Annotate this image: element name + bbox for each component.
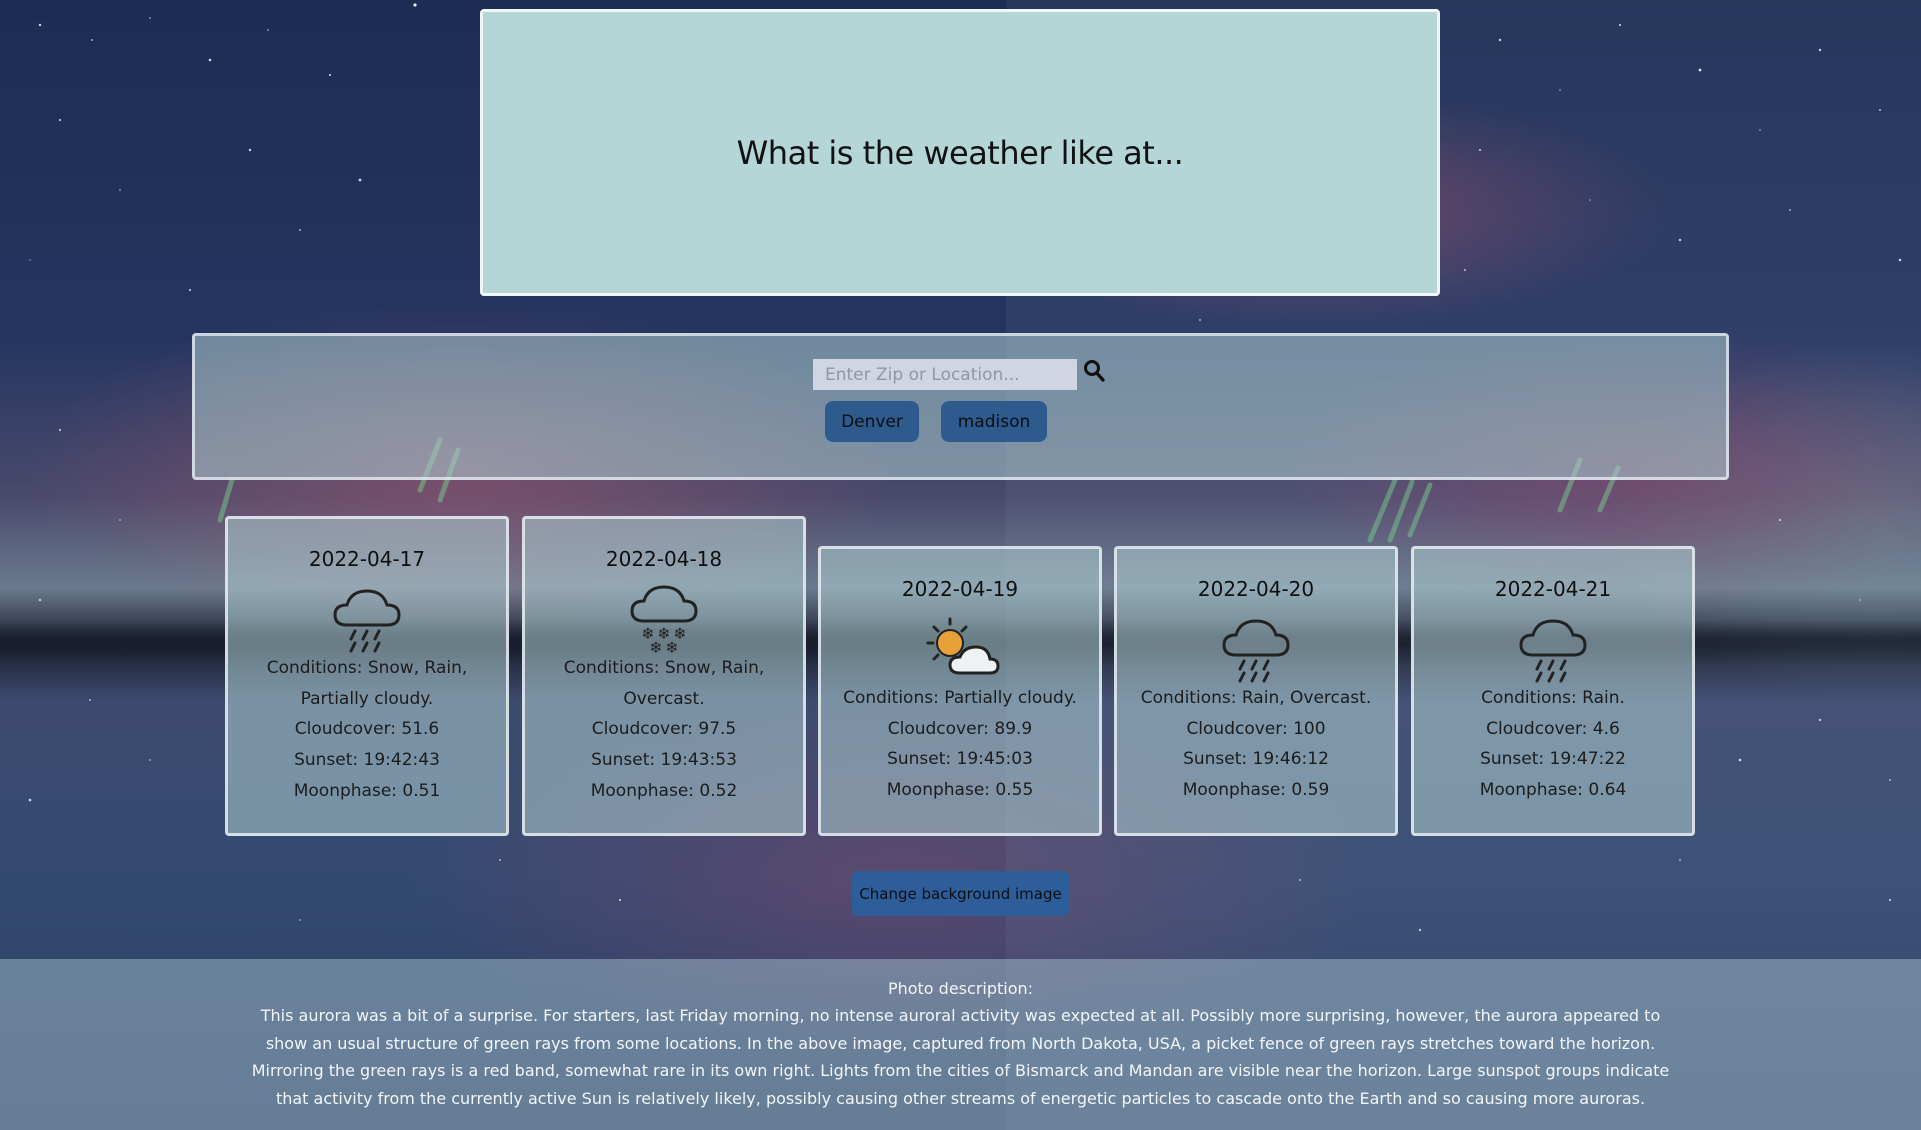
- forecast-moonphase: Moonphase: 0.59: [1182, 780, 1330, 801]
- change-background-button[interactable]: Change background image: [852, 871, 1069, 916]
- forecast-date: 2022-04-20: [1197, 577, 1315, 601]
- forecast-date: 2022-04-17: [308, 547, 426, 571]
- forecast-sunset: Sunset: 19:43:53: [591, 750, 737, 771]
- forecast-card: 2022-04-20 Conditions: Rain, Overcast. C…: [1114, 546, 1398, 836]
- snow-icon: ❄ ❄ ❄ ❄ ❄: [630, 585, 698, 653]
- header-banner: What is the weather like at...: [480, 9, 1440, 296]
- forecast-conditions: Conditions: Rain.: [1481, 688, 1625, 708]
- forecast-moonphase: Moonphase: 0.64: [1479, 780, 1627, 801]
- search-icon[interactable]: [1083, 359, 1105, 383]
- forecast-conditions: Conditions: Rain, Overcast.: [1140, 688, 1372, 708]
- forecast-cloudcover: Cloudcover: 4.6: [1486, 718, 1620, 739]
- forecast-conditions: Conditions: Snow, Rain, Overcast.: [563, 658, 765, 709]
- photo-description-text: This aurora was a bit of a surprise. For…: [251, 1006, 1670, 1108]
- recent-search-denver-button[interactable]: Denver: [825, 401, 919, 442]
- forecast-card: 2022-04-18 ❄ ❄ ❄ ❄ ❄ Conditions: Snow, Rain…: [522, 516, 806, 836]
- rain-snow-icon: [333, 589, 401, 653]
- forecast-card: 2022-04-21 Conditions: Rain. Cloudcover:…: [1411, 546, 1695, 836]
- forecast-cloudcover: Cloudcover: 97.5: [591, 719, 737, 740]
- partly-cloudy-day-icon: [926, 617, 1000, 675]
- rain-icon: [1519, 619, 1587, 683]
- forecast-card: 2022-04-17 Conditions: Snow, Rain, Parti…: [225, 516, 509, 836]
- svg-text:❄: ❄: [649, 638, 662, 653]
- forecast-date: 2022-04-18: [605, 547, 723, 571]
- rain-icon: [1222, 619, 1290, 683]
- forecast-cloudcover: Cloudcover: 51.6: [294, 719, 440, 740]
- forecast-cloudcover: Cloudcover: 100: [1186, 718, 1326, 739]
- forecast-moonphase: Moonphase: 0.55: [886, 780, 1034, 801]
- forecast-moonphase: Moonphase: 0.51: [293, 780, 441, 801]
- forecast-sunset: Sunset: 19:42:43: [294, 750, 440, 771]
- photo-description-panel: Photo description: This aurora was a bit…: [0, 959, 1921, 1130]
- search-input[interactable]: [813, 359, 1077, 390]
- forecast-sunset: Sunset: 19:47:22: [1480, 749, 1626, 770]
- recent-search-madison-button[interactable]: madison: [941, 401, 1047, 442]
- page-title: What is the weather like at...: [736, 133, 1184, 172]
- forecast-sunset: Sunset: 19:46:12: [1183, 749, 1329, 770]
- forecast-conditions: Conditions: Partially cloudy.: [843, 688, 1077, 708]
- forecast-date: 2022-04-19: [901, 577, 1019, 601]
- forecast-date: 2022-04-21: [1494, 577, 1612, 601]
- photo-description-label: Photo description:: [887, 979, 1034, 998]
- forecast-conditions: Conditions: Snow, Rain, Partially cloudy…: [266, 658, 468, 709]
- forecast-card: 2022-04-19 Conditions: Partially cloudy.…: [818, 546, 1102, 836]
- forecast-cloudcover: Cloudcover: 89.9: [887, 718, 1033, 739]
- svg-text:❄: ❄: [665, 638, 678, 653]
- forecast-moonphase: Moonphase: 0.52: [590, 780, 738, 801]
- forecast-sunset: Sunset: 19:45:03: [887, 749, 1033, 770]
